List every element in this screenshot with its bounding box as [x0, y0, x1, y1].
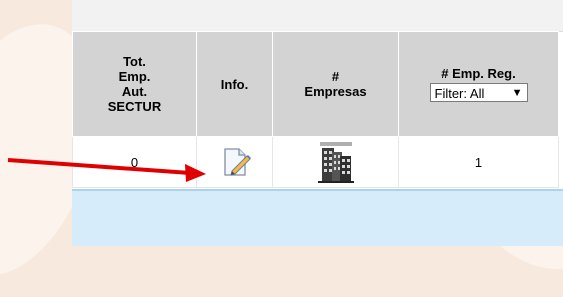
- annotation-arrow-icon: [7, 158, 206, 182]
